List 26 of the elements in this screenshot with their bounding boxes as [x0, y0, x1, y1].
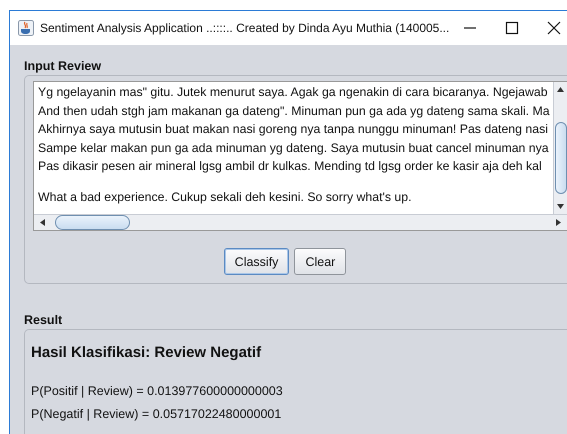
review-text-line: And then udah stgh jam makanan ga dateng". Minuman pun ga ada yg dateng sama skali. Ma — [38, 102, 551, 120]
review-text-line: Pas dikasir pesen air mineral lgsg ambil dr kulkas. Mending td lgsg order ke kasir aja deh kal — [38, 158, 543, 175]
action-button[interactable]: Classify — [224, 248, 290, 275]
vertical-scrollbar[interactable] — [553, 82, 567, 214]
down-arrow-icon[interactable] — [556, 202, 565, 211]
section-label: Input Review — [24, 59, 102, 73]
maximize-icon[interactable] — [505, 21, 520, 35]
section-label: Result — [24, 313, 64, 327]
coffee-cup-icon — [18, 20, 34, 36]
scroll-thumb[interactable] — [55, 215, 130, 230]
probability-text: P(Positif | Review) = 0.013977600000000003 — [31, 383, 284, 400]
review-text-line: Sampe kelar makan pun ga ada minuman yg dateng. Saya mutusin buat cancel minuman nya — [38, 140, 550, 156]
probability-text: P(Negatif | Review) = 0.05717022480000001 — [31, 406, 282, 423]
close-icon[interactable] — [547, 21, 562, 35]
left-arrow-icon[interactable] — [38, 218, 47, 227]
horizontal-scrollbar[interactable] — [34, 214, 567, 230]
result-heading: Hasil Klasifikasi: Review Negatif — [31, 344, 262, 361]
right-arrow-icon[interactable] — [554, 218, 563, 227]
review-text-area[interactable] — [34, 82, 567, 214]
review-text-line: What a bad experience. Cukup sekali deh kesini. So sorry what's up. — [38, 188, 412, 206]
action-button[interactable]: Clear — [294, 248, 346, 275]
review-text-line: Yg ngelayanin mas" gitu. Jutek menurut saya. Agak ga ngenakin di cara bicaranya. Ngejawab — [38, 84, 549, 101]
window-title: Sentiment Analysis Application ..::::.. Created by Dinda Ayu Muthia (140005... — [40, 21, 450, 35]
scroll-thumb[interactable] — [554, 122, 566, 194]
review-text-line: Akhirnya saya mutusin buat makan nasi goreng nya tanpa nunggu minuman! Pas dateng nasi — [38, 121, 549, 138]
up-arrow-icon[interactable] — [556, 85, 565, 94]
